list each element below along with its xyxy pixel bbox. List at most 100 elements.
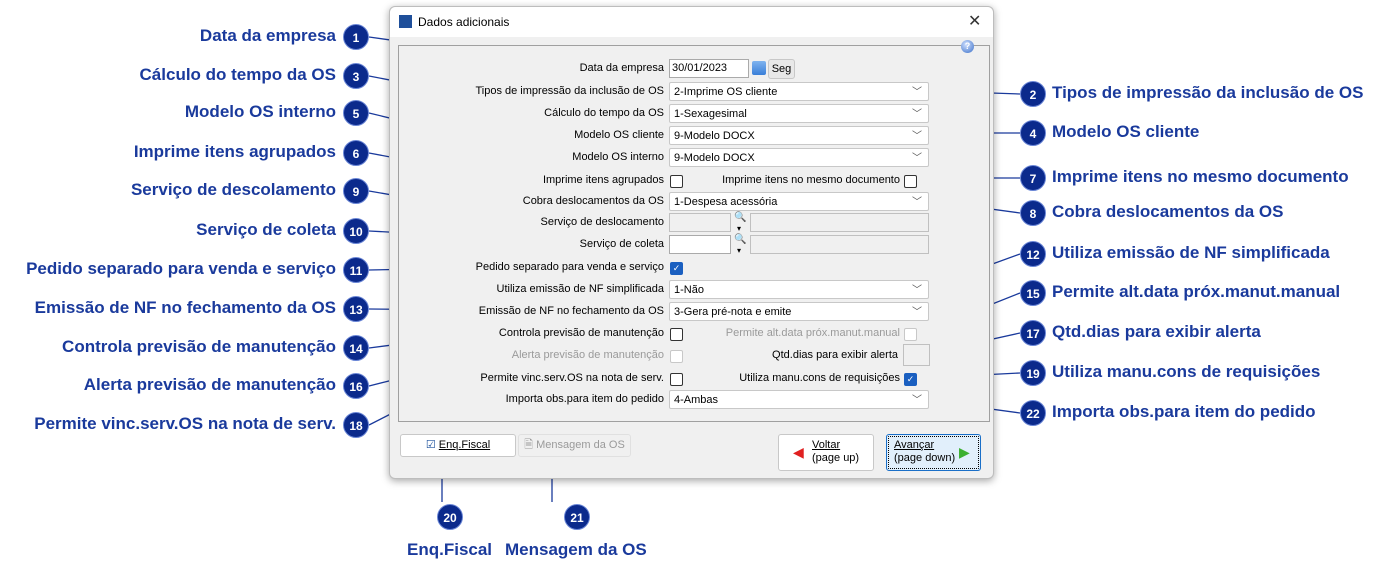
servico-coleta-description-input — [750, 235, 929, 254]
dados-adicionais-dialog: Dados adicionais ✕ ? Data da empresa 30/0… — [389, 6, 994, 479]
servico-deslocamento-code-input[interactable] — [669, 213, 731, 232]
nf-fechamento-select[interactable]: 3-Gera pré-nota e emite ﹀ — [669, 302, 929, 321]
document-icon: 🗎 — [524, 439, 534, 451]
importa-obs-label: Importa obs.para item do pedido — [505, 393, 664, 405]
calendar-icon[interactable] — [752, 61, 766, 75]
callout-label-11: Pedido separado para venda e serviço — [26, 259, 336, 278]
permite-vinc-checkbox[interactable] — [670, 373, 683, 386]
callout-badge-2: 2 — [1020, 81, 1046, 107]
mensagem-os-button[interactable]: 🗎 Mensagem da OS — [518, 434, 631, 457]
callout-badge-17: 17 — [1020, 320, 1046, 346]
callout-label-7: Imprime itens no mesmo documento — [1052, 167, 1349, 186]
calculo-tempo-select[interactable]: 1-Sexagesimal ﹀ — [669, 104, 929, 123]
callout-badge-12: 12 — [1020, 241, 1046, 267]
imprime-mesmo-doc-label: Imprime itens no mesmo documento — [722, 174, 900, 186]
callout-badge-8: 8 — [1020, 200, 1046, 226]
alerta-previsao-checkbox[interactable] — [670, 350, 683, 363]
nf-simplificada-select[interactable]: 1-Não ﹀ — [669, 280, 929, 299]
app-icon — [399, 15, 412, 28]
imprime-agrupados-checkbox[interactable] — [670, 175, 683, 188]
dialog-title: Dados adicionais — [418, 15, 510, 29]
utiliza-manu-checkbox[interactable]: ✓ — [904, 373, 917, 386]
callout-label-16: Alerta previsão de manutenção — [83, 375, 336, 394]
chevron-down-icon: ﹀ — [912, 285, 922, 296]
callout-label-10: Serviço de coleta — [196, 220, 336, 239]
callout-badge-1: 1 — [343, 24, 369, 50]
callout-label-20: Enq.Fiscal — [407, 540, 493, 559]
chevron-down-icon: ﹀ — [912, 395, 922, 406]
callout-label-3: Cálculo do tempo da OS — [139, 65, 336, 84]
data-empresa-input[interactable]: 30/01/2023 — [669, 59, 749, 78]
callout-badge-18: 18 — [343, 412, 369, 438]
callout-label-8: Cobra deslocamentos da OS — [1052, 202, 1284, 221]
callout-label-2: Tipos de impressão da inclusão de OS — [1052, 83, 1364, 102]
callout-badge-9: 9 — [343, 178, 369, 204]
close-icon[interactable]: ✕ — [968, 11, 981, 31]
pedido-separado-label: Pedido separado para venda e serviço — [475, 261, 664, 273]
modelo-cliente-label: Modelo OS cliente — [574, 129, 664, 141]
permite-alt-data-checkbox[interactable] — [904, 328, 917, 341]
callout-label-12: Utiliza emissão de NF simplificada — [1052, 243, 1330, 262]
modelo-cliente-select[interactable]: 9-Modelo DOCX ﹀ — [669, 126, 929, 145]
modelo-interno-select[interactable]: 9-Modelo DOCX ﹀ — [669, 148, 929, 167]
callout-badge-10: 10 — [343, 218, 369, 244]
imprime-agrupados-label: Imprime itens agrupados — [542, 174, 664, 186]
callout-label-1: Data da empresa — [199, 26, 336, 45]
callout-label-4: Modelo OS cliente — [1052, 122, 1200, 141]
voltar-button[interactable]: ◀ Voltar (page up) — [778, 434, 874, 471]
weekday-label: Seg — [768, 59, 795, 79]
search-icon[interactable]: 🔍 — [734, 234, 746, 245]
search-icon[interactable]: 🔍 — [734, 212, 746, 223]
chevron-down-icon: ﹀ — [912, 197, 922, 208]
controla-previsao-checkbox[interactable] — [670, 328, 683, 341]
cobra-deslocamentos-label: Cobra deslocamentos da OS — [522, 195, 664, 207]
callout-label-18: Permite vinc.serv.OS na nota de serv. — [34, 414, 336, 433]
callout-label-19: Utiliza manu.cons de requisições — [1052, 362, 1321, 381]
arrow-right-icon: ▶ — [959, 444, 970, 460]
callout-badge-21: 21 — [564, 504, 590, 530]
chevron-down-icon: ﹀ — [912, 87, 922, 98]
permite-alt-data-label: Permite alt.data próx.manut.manual — [725, 327, 900, 339]
callout-badge-3: 3 — [343, 63, 369, 89]
callout-label-9: Serviço de descolamento — [130, 180, 336, 199]
calculo-tempo-label: Cálculo do tempo da OS — [544, 107, 664, 119]
tipos-impressao-select[interactable]: 2-Imprime OS cliente ﹀ — [669, 82, 929, 101]
importa-obs-select[interactable]: 4-Ambas ﹀ — [669, 390, 929, 409]
qtd-dias-input[interactable] — [903, 344, 930, 366]
avancar-button[interactable]: Avançar (page down) ▶ — [886, 434, 981, 471]
qtd-dias-label: Qtd.dias para exibir alerta — [772, 349, 898, 361]
utiliza-manu-label: Utiliza manu.cons de requisições — [739, 372, 900, 384]
controla-previsao-label: Controla previsão de manutenção — [498, 327, 664, 339]
chevron-down-icon[interactable]: ▾ — [737, 246, 741, 255]
callout-badge-20: 20 — [437, 504, 463, 530]
help-icon[interactable]: ? — [961, 40, 974, 53]
chevron-down-icon: ﹀ — [912, 109, 922, 120]
enq-fiscal-button[interactable]: ☑ Enq.Fiscal — [400, 434, 516, 457]
servico-coleta-label: Serviço de coleta — [579, 238, 664, 250]
servico-coleta-code-input[interactable] — [669, 235, 731, 254]
callout-label-6: Imprime itens agrupados — [133, 142, 336, 161]
chevron-down-icon[interactable]: ▾ — [737, 224, 741, 233]
cobra-deslocamentos-select[interactable]: 1-Despesa acessória ﹀ — [669, 192, 929, 211]
callout-badge-6: 6 — [343, 140, 369, 166]
permite-vinc-label: Permite vinc.serv.OS na nota de serv. — [480, 372, 664, 384]
callout-badge-13: 13 — [343, 296, 369, 322]
alerta-previsao-label: Alerta previsão de manutenção — [511, 349, 664, 361]
callout-badge-19: 19 — [1020, 360, 1046, 386]
imprime-mesmo-doc-checkbox[interactable] — [904, 175, 917, 188]
callout-badge-4: 4 — [1020, 120, 1046, 146]
servico-deslocamento-description-input — [750, 213, 929, 232]
pedido-separado-checkbox[interactable]: ✓ — [670, 262, 683, 275]
callout-badge-22: 22 — [1020, 400, 1046, 426]
callout-label-21: Mensagem da OS — [505, 540, 647, 559]
checklist-icon: ☑ — [425, 439, 436, 451]
chevron-down-icon: ﹀ — [912, 307, 922, 318]
servico-deslocamento-label: Serviço de deslocamento — [540, 216, 664, 228]
nf-fechamento-label: Emissão de NF no fechamento da OS — [478, 305, 664, 317]
callout-label-15: Permite alt.data próx.manut.manual — [1052, 282, 1341, 301]
tipos-impressao-label: Tipos de impressão da inclusão de OS — [475, 85, 664, 97]
callout-badge-14: 14 — [343, 335, 369, 361]
title-bar: Dados adicionais ✕ — [390, 7, 993, 37]
callout-badge-15: 15 — [1020, 280, 1046, 306]
callout-badge-16: 16 — [343, 373, 369, 399]
